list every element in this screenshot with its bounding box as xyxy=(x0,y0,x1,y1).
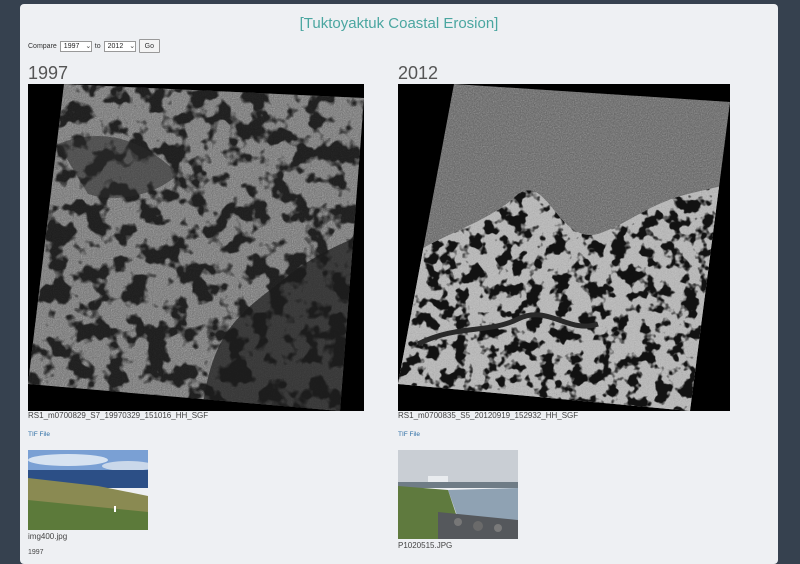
to-year-value: 2012 xyxy=(107,42,124,50)
to-year-select[interactable]: 2012 ⌄ xyxy=(103,40,136,52)
content-panel: [Tuktoyaktuk Coastal Erosion] Compare 19… xyxy=(20,4,778,564)
left-image-name: RS1_m0700829_S7_19970329_151016_HH_SGF xyxy=(28,411,209,420)
from-year-select[interactable]: 1997 ⌄ xyxy=(59,40,92,52)
right-photo-name: P1020515.JPG xyxy=(398,541,453,550)
right-photo[interactable] xyxy=(398,450,518,539)
left-satellite-image xyxy=(28,84,364,411)
page-title-link[interactable]: [Tuktoyaktuk Coastal Erosion] xyxy=(20,15,778,32)
left-tif-link[interactable]: TIF File xyxy=(28,431,50,438)
compare-label: Compare xyxy=(28,42,57,50)
right-tif-link[interactable]: TIF File xyxy=(398,431,420,438)
from-year-value: 1997 xyxy=(63,42,80,50)
left-photo-name: img400.jpg xyxy=(28,532,68,541)
right-image-name: RS1_m0700835_S5_20120919_152932_HH_SGF xyxy=(398,411,579,420)
chevron-down-icon: ⌄ xyxy=(85,43,92,50)
left-photo[interactable] xyxy=(28,450,148,530)
left-photo-year: 1997 xyxy=(28,549,44,556)
left-year-heading: 1997 xyxy=(28,63,69,83)
to-label: to xyxy=(94,42,101,50)
chevron-down-icon: ⌄ xyxy=(129,43,136,50)
compare-form: Compare 1997 ⌄ to 2012 ⌄ Go xyxy=(28,39,160,53)
right-year-heading: 2012 xyxy=(398,63,439,83)
go-button[interactable]: Go xyxy=(138,39,160,53)
right-satellite-image xyxy=(398,84,730,411)
